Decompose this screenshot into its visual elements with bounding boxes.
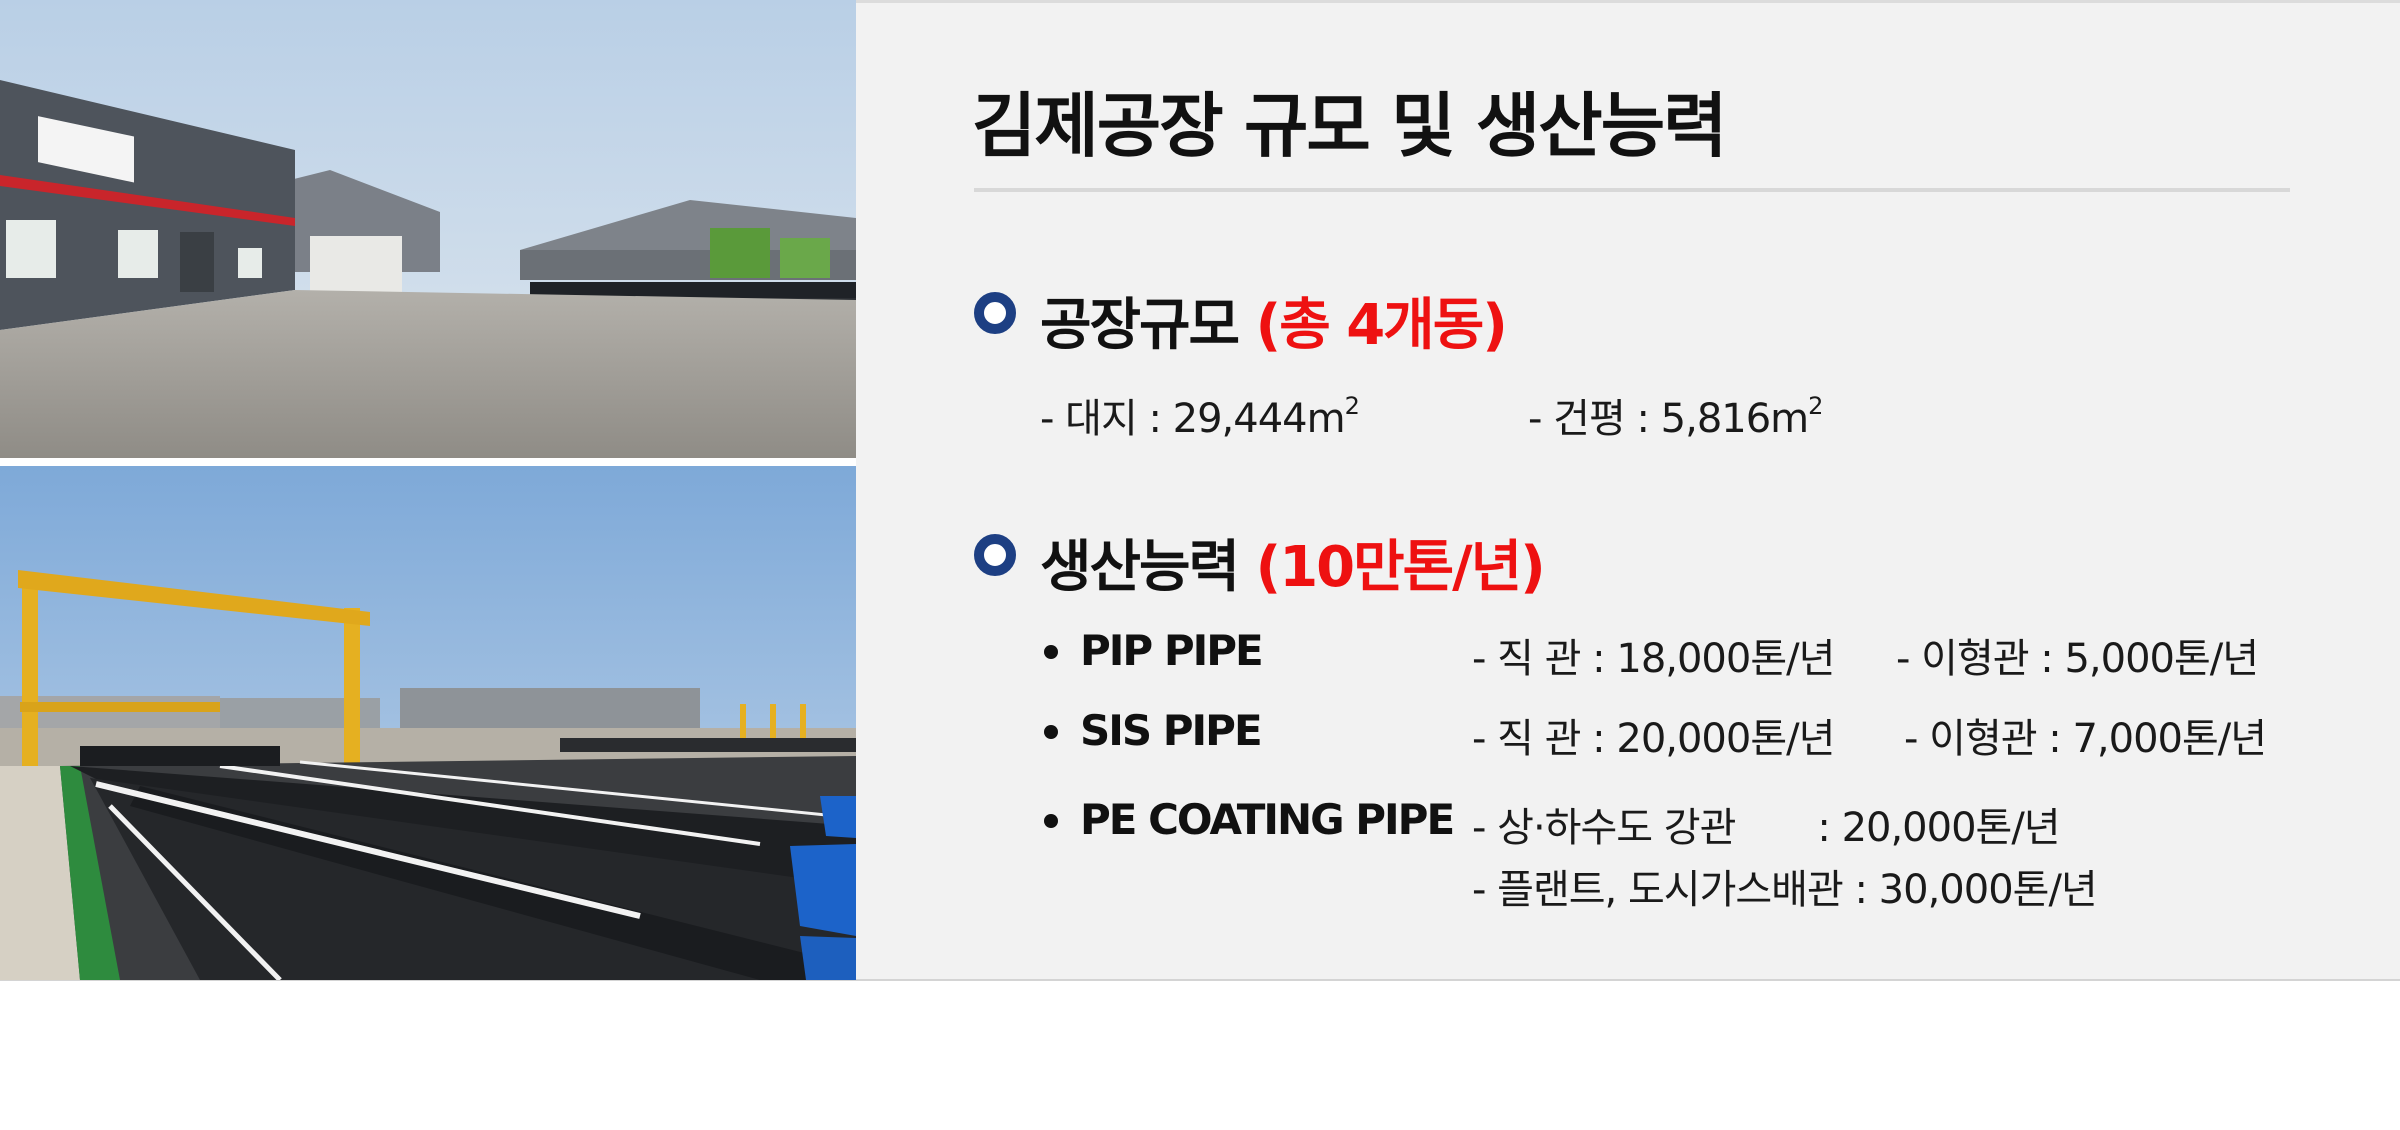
section-heading-text: 공장규모: [1040, 293, 1240, 358]
product-detail-pe-plant-gas: - 플랜트, 도시가스배관 : 30,000톤/년: [1472, 867, 2098, 913]
product-detail-pe-water: - 상·하수도 강관 : 20,000톤/년: [1472, 805, 2061, 851]
ring-bullet-icon: [974, 534, 1016, 576]
land-area-item: - 대지 : 29,444m2: [1040, 386, 1360, 444]
building-area-item: - 건평 : 5,816m2: [1528, 386, 1823, 444]
product-detail-pip-straight: - 직 관 : 18,000톤/년: [1472, 636, 1835, 682]
section-heading-accent: (10만톤/년): [1255, 535, 1546, 600]
product-name-sis: SIS PIPE: [1080, 706, 1263, 755]
factory-buildings-photo: [0, 0, 856, 458]
building-area-unit-sup: 2: [1808, 392, 1823, 420]
dot-bullet-icon: [1044, 814, 1058, 828]
title-divider: [974, 188, 2290, 192]
ring-bullet-icon: [974, 292, 1016, 334]
coated-pipes-yard-photo: [0, 466, 856, 980]
dot-bullet-icon: [1044, 725, 1058, 739]
section-heading-factory-scale: 공장규모 (총 4개동): [1040, 280, 1508, 361]
section-heading-accent: (총 4개동): [1255, 293, 1508, 358]
product-detail-pip-fitting: - 이형관 : 5,000톤/년: [1896, 636, 2259, 682]
dot-bullet-icon: [1044, 645, 1058, 659]
land-area-text: - 대지 : 29,444m: [1040, 396, 1346, 442]
product-detail-sis-straight: - 직 관 : 20,000톤/년: [1472, 716, 1835, 762]
product-name-pip: PIP PIPE: [1080, 626, 1264, 675]
section-heading-production-capacity: 생산능력 (10만톤/년): [1040, 522, 1546, 603]
top-divider: [856, 0, 2400, 3]
photo-separator: [0, 458, 856, 466]
land-area-unit-sup: 2: [1344, 392, 1360, 420]
page-title: 김제공장 규모 및 생산능력: [972, 85, 1728, 167]
section-heading-text: 생산능력: [1040, 535, 1240, 600]
product-detail-sis-fitting: - 이형관 : 7,000톤/년: [1904, 716, 2267, 762]
product-name-pe-coating: PE COATING PIPE: [1080, 795, 1455, 844]
building-area-text: - 건평 : 5,816m: [1528, 396, 1809, 442]
